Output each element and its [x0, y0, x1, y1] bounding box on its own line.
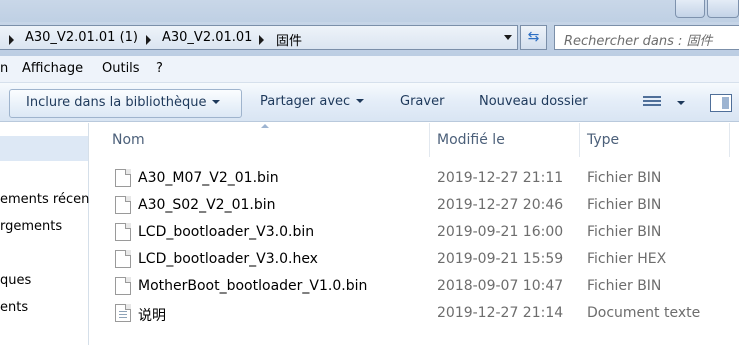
breadcrumb-item-current[interactable]: 固件 — [276, 30, 302, 49]
share-with-button[interactable]: Partager avec — [260, 94, 365, 109]
nav-item-downloads[interactable]: rgements — [0, 219, 62, 234]
generic-file-icon — [115, 223, 131, 241]
generic-file-icon — [115, 169, 131, 187]
file-type: Document texte — [587, 305, 701, 321]
search-placeholder: Rechercher dans : 固件 — [564, 34, 713, 49]
file-modified: 2019-12-27 20:46 — [437, 197, 564, 213]
minimize-button[interactable] — [675, 0, 705, 18]
menu-item-help[interactable]: ? — [156, 61, 163, 76]
share-with-label: Partager avec — [260, 94, 351, 109]
file-row[interactable]: A30_M07_V2_01.bin 2019-12-27 21:11 Fichi… — [90, 165, 739, 192]
preview-pane-icon[interactable] — [710, 94, 732, 112]
column-divider[interactable] — [729, 123, 730, 157]
nav-item-documents[interactable]: ents — [0, 300, 28, 315]
view-options-icon[interactable] — [643, 96, 661, 110]
address-history-dropdown[interactable] — [499, 26, 517, 49]
file-name: 说明 — [138, 308, 166, 324]
nav-selected-item[interactable] — [0, 136, 88, 161]
burn-label: Graver — [400, 94, 445, 109]
file-type: Fichier HEX — [587, 251, 667, 267]
file-row[interactable]: 说明 2019-12-27 21:14 Document texte — [90, 300, 739, 327]
generic-file-icon — [115, 277, 131, 295]
file-modified: 2019-09-21 15:59 — [437, 251, 564, 267]
file-name: A30_M07_V2_01.bin — [138, 170, 279, 186]
generic-file-icon — [115, 196, 131, 214]
breadcrumb-separator-icon[interactable] — [146, 35, 151, 45]
address-row: A30_V2.01.01 (1) A30_V2.01.01 固件 ⇆ Reche… — [0, 22, 739, 56]
include-in-library-button[interactable]: Inclure dans la bibliothèque — [9, 89, 242, 118]
new-folder-label: Nouveau dossier — [479, 94, 588, 109]
menu-item-tools[interactable]: Outils — [102, 61, 140, 76]
window-title-bar — [0, 0, 739, 22]
address-bar[interactable]: A30_V2.01.01 (1) A30_V2.01.01 固件 — [0, 25, 518, 50]
breadcrumb-item[interactable]: A30_V2.01.01 (1) — [25, 30, 138, 45]
file-modified: 2019-12-27 21:14 — [437, 305, 564, 321]
file-name: MotherBoot_bootloader_V1.0.bin — [138, 278, 368, 294]
menu-bar: n Affichage Outils ? — [0, 56, 739, 83]
chevron-down-icon — [212, 100, 221, 104]
nav-item-recent-places[interactable]: ements récen — [0, 192, 89, 207]
search-input[interactable]: Rechercher dans : 固件 — [554, 25, 739, 50]
file-name: LCD_bootloader_V3.0.hex — [138, 251, 318, 267]
new-folder-button[interactable]: Nouveau dossier — [479, 94, 588, 109]
file-type: Fichier BIN — [587, 197, 662, 213]
include-in-library-label: Inclure dans la bibliothèque — [26, 95, 207, 110]
breadcrumb-item[interactable]: A30_V2.01.01 — [162, 30, 252, 45]
column-header-name[interactable]: Nom — [105, 123, 429, 157]
column-header-modified[interactable]: Modifié le — [430, 123, 579, 157]
file-list: Nom Modifié le Type A30_M07_V2_01.bin 20… — [90, 123, 739, 345]
menu-item-edit[interactable]: n — [0, 61, 8, 76]
file-row[interactable]: LCD_bootloader_V3.0.hex 2019-09-21 15:59… — [90, 246, 739, 273]
breadcrumb-separator-icon[interactable] — [9, 35, 14, 45]
column-header-modified-label: Modifié le — [437, 132, 505, 148]
file-type: Fichier BIN — [587, 224, 662, 240]
file-name: A30_S02_V2_01.bin — [138, 197, 276, 213]
column-header-name-label: Nom — [112, 132, 145, 148]
column-header-type-label: Type — [587, 132, 620, 148]
chevron-down-icon — [356, 99, 365, 103]
file-type: Fichier BIN — [587, 170, 662, 186]
burn-button[interactable]: Graver — [400, 94, 444, 109]
text-document-icon — [115, 304, 131, 322]
file-row[interactable]: MotherBoot_bootloader_V1.0.bin 2018-09-0… — [90, 273, 739, 300]
file-modified: 2018-09-07 10:47 — [437, 278, 564, 294]
file-type: Fichier BIN — [587, 278, 662, 294]
file-row[interactable]: LCD_bootloader_V3.0.bin 2019-09-21 16:00… — [90, 219, 739, 246]
breadcrumb-separator-icon[interactable] — [259, 35, 264, 45]
menu-item-view[interactable]: Affichage — [22, 61, 83, 76]
nav-item-libraries[interactable]: ques — [0, 273, 31, 288]
file-row[interactable]: A30_S02_V2_01.bin 2019-12-27 20:46 Fichi… — [90, 192, 739, 219]
file-name: LCD_bootloader_V3.0.bin — [138, 224, 315, 240]
command-bar: Inclure dans la bibliothèque Partager av… — [0, 83, 739, 122]
maximize-button[interactable] — [707, 0, 739, 18]
refresh-button[interactable]: ⇆ — [520, 25, 547, 50]
navigation-pane: ements récen rgements ques ents — [0, 123, 89, 345]
file-modified: 2019-09-21 16:00 — [437, 224, 564, 240]
column-header-type[interactable]: Type — [580, 123, 729, 157]
generic-file-icon — [115, 250, 131, 268]
file-modified: 2019-12-27 21:11 — [437, 170, 564, 186]
refresh-icon: ⇆ — [527, 29, 540, 45]
view-options-dropdown[interactable] — [677, 101, 685, 105]
